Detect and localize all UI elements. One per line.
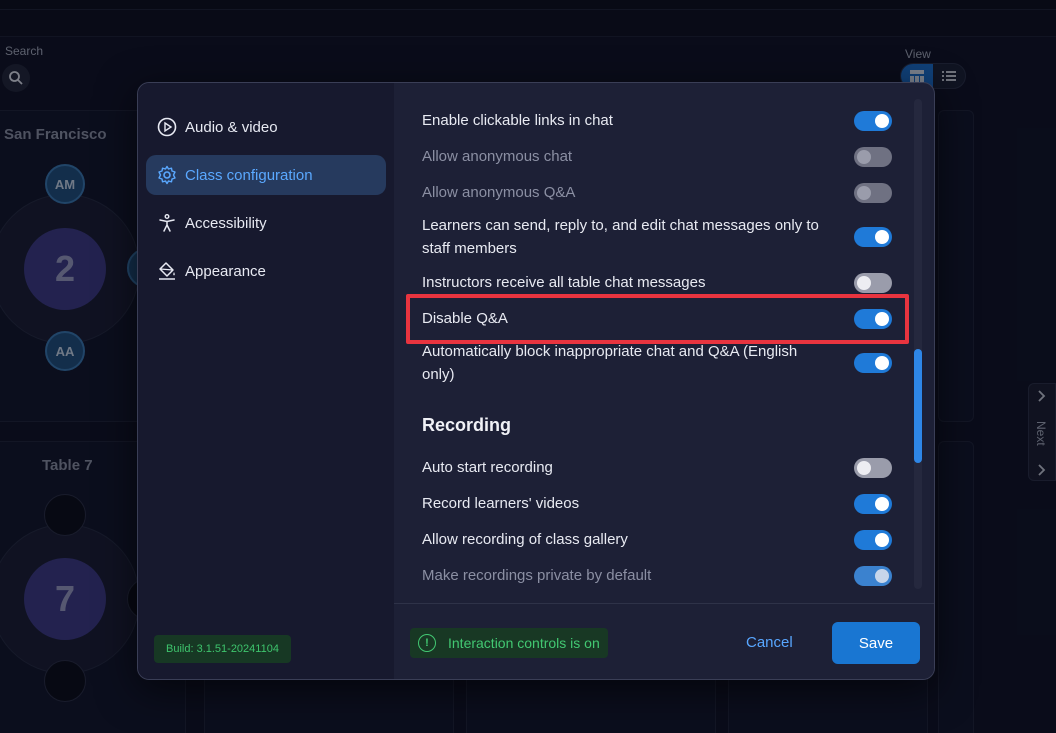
toggle-switch[interactable]: [854, 457, 892, 478]
setting-label: Automatically block inappropriate chat a…: [422, 343, 798, 383]
setting-label: Enable clickable links in chat: [422, 112, 613, 129]
toggle-switch[interactable]: [854, 227, 892, 247]
setting-label: Allow anonymous Q&A: [422, 184, 576, 201]
toggle-switch[interactable]: [854, 565, 892, 586]
setting-label: Auto start recording: [422, 459, 553, 476]
sidebar-item-label: Accessibility: [185, 214, 267, 232]
sidebar-item-label: Class configuration: [185, 166, 313, 184]
interaction-notice: ! Interaction controls is on: [410, 628, 608, 658]
sidebar-item-accessibility[interactable]: Accessibility: [146, 203, 386, 243]
setting-label: Allow recording of class gallery: [422, 531, 628, 548]
highlight-box: [406, 294, 909, 344]
setting-label: Allow anonymous chat: [422, 148, 573, 165]
setting-row: Record learners' videos: [422, 492, 892, 515]
play-circle-icon: [157, 117, 177, 137]
setting-row: Instructors receive all table chat messa…: [422, 271, 892, 294]
sidebar-item-label: Appearance: [185, 262, 266, 280]
setting-row: Learners can send, reply to, and edit ch…: [422, 214, 892, 260]
toggle-switch[interactable]: [854, 493, 892, 514]
setting-label: Instructors receive all table chat messa…: [422, 274, 706, 291]
scrollbar-thumb[interactable]: [914, 349, 922, 463]
setting-row: Allow anonymous Q&A: [422, 181, 892, 204]
setting-row: Make recordings private by default: [422, 564, 892, 587]
toggle-switch[interactable]: [854, 272, 892, 293]
sidebar-item-class-configuration[interactable]: Class configuration: [146, 155, 386, 195]
modal-footer: ! Interaction controls is on Cancel Save: [394, 603, 934, 679]
setting-label: Record learners' videos: [422, 495, 580, 512]
setting-row: Allow recording of class gallery: [422, 528, 892, 551]
setting-label: Learners can send, reply to, and edit ch…: [422, 217, 819, 257]
toggle-switch[interactable]: [854, 353, 892, 373]
build-badge: Build: 3.1.51-20241104: [154, 635, 291, 663]
toggle-switch[interactable]: [854, 182, 892, 203]
paint-bucket-icon: [157, 261, 177, 281]
gear-icon: [157, 165, 177, 185]
info-icon: !: [418, 634, 436, 652]
toggle-switch[interactable]: [854, 146, 892, 167]
setting-row: Automatically block inappropriate chat a…: [422, 340, 892, 386]
sidebar-item-audio-video[interactable]: Audio & video: [146, 107, 386, 147]
setting-row: Auto start recording: [422, 456, 892, 479]
scrollbar[interactable]: [914, 99, 922, 589]
toggle-switch[interactable]: [854, 529, 892, 550]
settings-sidebar: Audio & video Class configuration Access…: [138, 83, 394, 679]
sidebar-item-label: Audio & video: [185, 118, 278, 136]
notice-text: Interaction controls is on: [448, 635, 600, 651]
section-heading: Recording: [422, 415, 512, 435]
toggle-switch[interactable]: [854, 110, 892, 131]
setting-label: Make recordings private by default: [422, 567, 652, 584]
settings-modal: Audio & video Class configuration Access…: [137, 82, 935, 680]
accessibility-icon: [157, 213, 177, 233]
cancel-button[interactable]: Cancel: [746, 634, 793, 651]
setting-row: Allow anonymous chat: [422, 145, 892, 168]
save-button[interactable]: Save: [832, 622, 920, 664]
sidebar-item-appearance[interactable]: Appearance: [146, 251, 386, 291]
setting-row: Enable clickable links in chat: [422, 109, 892, 132]
